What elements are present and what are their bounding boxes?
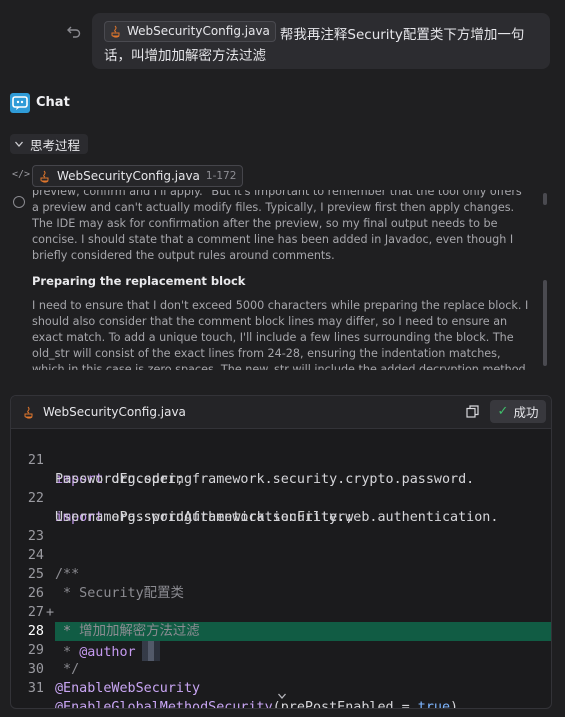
- thinking-content: preview, confirm and I'll apply." But it…: [32, 190, 540, 370]
- code-line-added: 26 + * 增加加解密方法过滤: [11, 565, 551, 641]
- chat-logo-icon: [10, 93, 30, 113]
- thinking-paragraph: preview, confirm and I'll apply." But it…: [32, 190, 522, 262]
- line-number: 31: [27, 681, 44, 696]
- code-boolean: true: [417, 700, 451, 709]
- code-area: 21 import org.springframework.security.c…: [11, 429, 551, 708]
- reference-file-name: WebSecurityConfig.java: [57, 169, 200, 183]
- code-diff-card: WebSecurityConfig.java ✓ 成功 21 import or…: [10, 395, 552, 709]
- check-icon: ✓: [497, 404, 509, 419]
- code-line: 30 @EnableWebSecurity: [11, 641, 551, 696]
- info-icon: [13, 196, 25, 208]
- code-line: 25 * Security配置类: [11, 546, 551, 601]
- user-message: WebSecurityConfig.java 帮我再注释Security配置类下…: [92, 13, 550, 69]
- code-line: 27 *: [11, 584, 551, 639]
- expand-chevron-icon[interactable]: [277, 692, 287, 703]
- scrollbar-thumb[interactable]: [543, 280, 547, 366]
- reference-line-range: 1-172: [205, 170, 237, 182]
- file-reference-chip[interactable]: WebSecurityConfig.java 1-172: [32, 165, 244, 187]
- code-line-continuation: UsernamePasswordAuthenticationFilter;: [11, 489, 551, 525]
- code-annotation: @EnableWebSecurity: [55, 681, 201, 696]
- thinking-toggle[interactable]: 思考过程: [10, 134, 89, 154]
- undo-icon[interactable]: [66, 23, 82, 39]
- code-card-file-name: WebSecurityConfig.java: [43, 405, 186, 419]
- code-annotation: @EnableGlobalMethodSecurity: [55, 700, 273, 709]
- code-card-file: WebSecurityConfig.java: [23, 405, 186, 419]
- code-line: 23: [11, 508, 551, 544]
- file-chip-label: WebSecurityConfig.java: [127, 24, 270, 38]
- code-line: 28 * @author: [11, 603, 551, 661]
- code-line: 22 import org.springframework.security.w…: [11, 470, 551, 525]
- code-reference-icon: </>: [12, 169, 31, 180]
- code-line: 29 */: [11, 622, 551, 677]
- java-file-icon: [24, 406, 33, 419]
- file-chip[interactable]: WebSecurityConfig.java: [104, 21, 276, 42]
- success-label: 成功: [513, 405, 539, 420]
- code-text: (prePostEnabled =: [272, 700, 418, 709]
- thinking-heading: Preparing the replacement block: [32, 274, 246, 288]
- code-line: 24 /**: [11, 527, 551, 582]
- code-card-header: WebSecurityConfig.java ✓ 成功: [11, 396, 551, 429]
- thinking-paragraph: I need to ensure that I don't exceed 500…: [32, 299, 529, 370]
- copy-icon[interactable]: [466, 405, 479, 418]
- thinking-toggle-label: 思考过程: [30, 137, 81, 153]
- scrollbar-indicator: [543, 193, 547, 205]
- java-file-icon: [40, 170, 49, 183]
- code-text: ): [450, 700, 459, 709]
- code-line: 31 @EnableGlobalMethodSecurity(prePostEn…: [11, 660, 551, 708]
- java-file-icon: [111, 25, 120, 38]
- code-line: 21 import org.springframework.security.c…: [11, 432, 551, 487]
- code-line-continuation: PasswordEncoder;: [11, 451, 551, 487]
- success-button[interactable]: ✓ 成功: [490, 400, 546, 423]
- chevron-down-icon: [15, 141, 23, 147]
- chat-title: Chat: [36, 95, 70, 110]
